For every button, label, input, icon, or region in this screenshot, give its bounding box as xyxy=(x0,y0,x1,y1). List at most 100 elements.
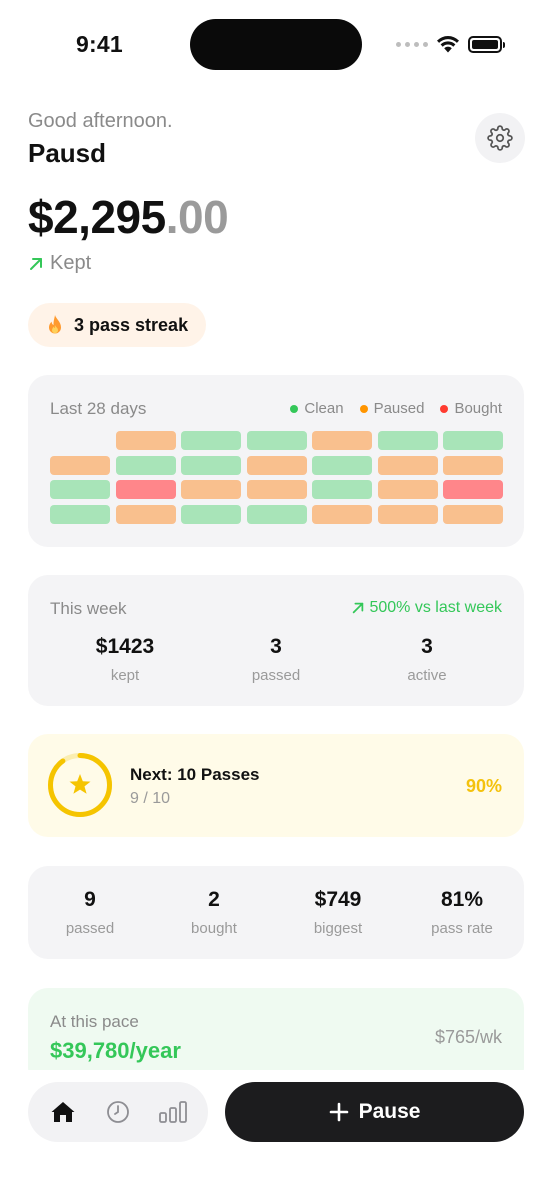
legend-clean: Clean xyxy=(290,400,344,417)
legend-label: Bought xyxy=(454,400,502,417)
status-bar: 9:41 xyxy=(0,0,552,90)
battery-icon xyxy=(468,35,505,53)
heatmap-cell-paused xyxy=(246,480,307,500)
wifi-icon xyxy=(437,36,459,53)
amount-whole: $2,295 xyxy=(28,191,166,243)
total-label: biggest xyxy=(313,920,363,937)
clock-icon xyxy=(107,1101,129,1123)
heatmap-cell-clean xyxy=(246,431,307,450)
amount-cents: .00 xyxy=(165,191,229,243)
legend-label: Clean xyxy=(304,400,344,417)
heatmap-cell-paused xyxy=(377,480,438,500)
total-value: 2 xyxy=(208,888,220,911)
stat-label: kept xyxy=(110,667,140,684)
tab-bar xyxy=(28,1082,208,1142)
kept-label-row: Kept xyxy=(28,252,91,275)
heatmap-cell-paused xyxy=(377,505,438,525)
star-icon xyxy=(69,774,91,794)
flame-icon xyxy=(49,315,61,334)
total-biggest: $749 biggest xyxy=(276,888,400,937)
status-icons xyxy=(396,35,505,53)
pace-weekly: $765/wk xyxy=(434,1027,502,1047)
tab-history[interactable] xyxy=(98,1092,138,1132)
heatmap-cell-clean xyxy=(312,455,372,475)
pause-button-label: Pause xyxy=(358,1100,421,1123)
tab-home[interactable] xyxy=(43,1092,83,1132)
total-passed: 9 passed xyxy=(28,888,152,937)
heatmap-cell-clean xyxy=(50,480,110,500)
legend-paused: Paused xyxy=(359,400,425,417)
heatmap-cell-clean xyxy=(246,505,307,525)
heatmap-cell-clean xyxy=(377,431,438,450)
heatmap-cell-paused xyxy=(443,505,503,525)
total-value: 9 xyxy=(84,888,96,911)
bar-chart-icon xyxy=(158,1101,187,1123)
totals-card: 9 passed 2 bought $749 biggest 81% pass … xyxy=(28,866,524,959)
legend-label: Paused xyxy=(373,400,425,417)
heatmap-cell-clean xyxy=(181,455,241,475)
week-title: This week xyxy=(50,599,127,618)
heatmap-cell-paused xyxy=(115,431,176,450)
total-label: pass rate xyxy=(431,920,493,937)
total-value: 81% xyxy=(440,888,484,911)
legend-dot-paused xyxy=(359,404,368,413)
dynamic-island xyxy=(190,19,362,70)
total-value: $749 xyxy=(314,888,362,911)
status-time: 9:41 xyxy=(76,31,123,57)
arrow-up-right-icon xyxy=(353,602,364,614)
kept-label: Kept xyxy=(50,252,92,274)
heatmap-cell-paused xyxy=(312,431,372,450)
heatmap-cell-paused xyxy=(181,480,241,500)
total-label: passed xyxy=(65,920,115,937)
heatmap-cell-paused xyxy=(115,505,176,525)
last-28-days-card: Last 28 days Clean Paused Bought xyxy=(28,375,524,547)
next-goal-card[interactable]: Next: 10 Passes 9 / 10 90% xyxy=(28,734,524,837)
week-stat-passed: 3 passed xyxy=(211,635,341,684)
heatmap-cell-paused xyxy=(50,455,110,475)
heatmap-cell-clean xyxy=(181,431,241,450)
goal-progress-text: 9 / 10 xyxy=(130,790,171,807)
heatmap-cell-bought xyxy=(443,480,503,500)
arrow-up-right-icon xyxy=(30,257,42,270)
total-pass-rate: 81% pass rate xyxy=(400,888,524,937)
stat-value: $1423 xyxy=(95,635,155,658)
heatmap-cell-clean xyxy=(443,431,503,450)
week-stat-kept: $1423 kept xyxy=(60,635,190,684)
username: Pausd xyxy=(28,138,107,168)
goal-percent: 90% xyxy=(465,776,502,796)
gear-icon xyxy=(487,125,513,151)
stat-value: 3 xyxy=(421,635,433,658)
stat-label: passed xyxy=(251,667,301,684)
total-bought: 2 bought xyxy=(152,888,276,937)
heatmap-cell-clean xyxy=(312,480,372,500)
heatmap-title: Last 28 days xyxy=(50,399,147,418)
heatmap-cell-paused xyxy=(312,505,372,525)
this-week-card: This week 500% vs last week $1423 kept 3… xyxy=(28,575,524,706)
heatmap-cell-clean xyxy=(115,455,176,475)
week-trend-label: 500% vs last week xyxy=(369,599,502,616)
streak-pill[interactable]: 3 pass streak xyxy=(28,303,206,347)
pace-yearly: $39,780/year xyxy=(50,1038,181,1063)
heatmap-cell-paused xyxy=(443,455,503,475)
goal-title: Next: 10 Passes xyxy=(130,765,260,784)
tab-stats[interactable] xyxy=(153,1092,193,1132)
legend-dot-bought xyxy=(440,404,449,413)
plus-icon xyxy=(329,1102,348,1122)
pause-button[interactable]: Pause xyxy=(225,1082,524,1142)
signal-icon xyxy=(396,41,428,47)
total-label: bought xyxy=(191,920,237,937)
legend-dot-clean xyxy=(290,404,299,413)
heatmap-cell-bought xyxy=(115,480,176,500)
legend-bought: Bought xyxy=(440,400,502,417)
heatmap-cell-paused xyxy=(246,455,307,475)
settings-button[interactable] xyxy=(475,113,525,163)
home-icon xyxy=(51,1102,75,1122)
heatmap-cell-clean xyxy=(50,505,110,525)
week-trend: 500% vs last week xyxy=(351,599,502,617)
greeting: Good afternoon. xyxy=(28,110,173,132)
heatmap-cell-paused xyxy=(377,455,438,475)
pace-label: At this pace xyxy=(50,1012,139,1031)
heatmap-cell-empty xyxy=(50,431,110,450)
heatmap-cell-clean xyxy=(181,505,241,525)
stat-label: active xyxy=(407,667,447,684)
